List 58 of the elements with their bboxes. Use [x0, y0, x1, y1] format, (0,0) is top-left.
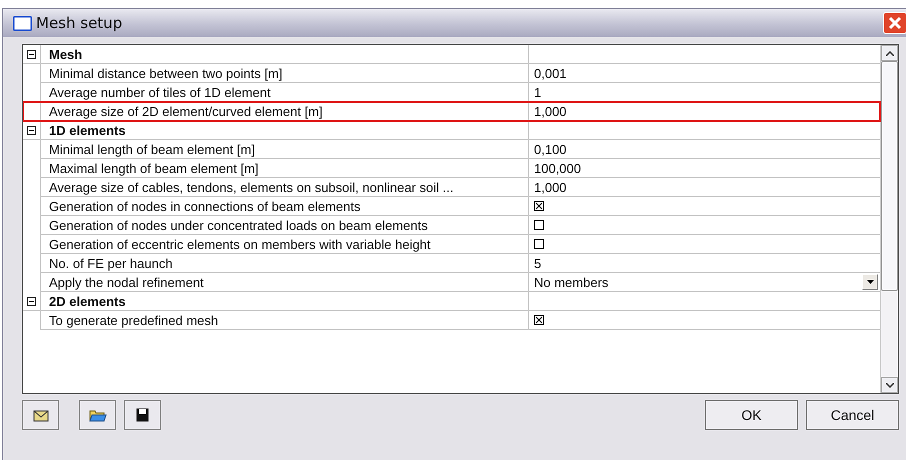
dropdown-arrow-button[interactable]	[862, 274, 878, 290]
checkbox[interactable]	[534, 220, 544, 230]
property-value[interactable]: 0,001	[534, 66, 567, 80]
collapse-icon[interactable]	[27, 296, 36, 306]
checkbox[interactable]	[534, 239, 544, 249]
property-row[interactable]: Generation of eccentric elements on members with variable height	[23, 235, 880, 254]
checkbox[interactable]	[534, 315, 544, 325]
property-value[interactable]: 100,000	[534, 162, 581, 174]
save-button[interactable]	[124, 400, 161, 430]
close-button[interactable]	[883, 12, 906, 34]
property-label: Average size of 2D element/curved element [m]	[49, 104, 323, 118]
property-label: Average number of tiles of 1D element	[49, 86, 271, 98]
property-row[interactable]: No. of FE per haunch 5	[23, 254, 880, 273]
email-button[interactable]	[22, 400, 59, 430]
scroll-down-icon[interactable]	[886, 382, 894, 388]
property-row[interactable]: Average size of cables, tendons, elements on subsoil, nonlinear soil ... 1,000	[23, 178, 880, 197]
property-label: Generation of eccentric elements on members with variable height	[49, 238, 431, 250]
group-heading: 2D elements	[49, 294, 126, 308]
property-label: Minimal distance between two points [m]	[49, 66, 282, 80]
dialog-button[interactable]: Cancel	[806, 400, 899, 430]
property-label: Minimal length of beam element [m]	[49, 142, 255, 156]
property-label: Generation of nodes in connections of beam elements	[49, 200, 360, 212]
dropdown-value[interactable]: No members	[534, 276, 862, 288]
envelope-icon	[32, 408, 48, 422]
open-button[interactable]	[79, 400, 116, 430]
scrollbar[interactable]	[880, 45, 898, 393]
property-value[interactable]: 1,000	[534, 180, 567, 194]
property-label: No. of FE per haunch	[49, 256, 173, 270]
property-value[interactable]: 1,000	[534, 104, 567, 118]
group-heading: 1D elements	[49, 124, 126, 136]
property-label: Apply the nodal refinement	[49, 276, 204, 288]
window-title: Mesh setup	[36, 12, 122, 34]
property-value[interactable]: 0,100	[534, 142, 567, 156]
scroll-thumb[interactable]	[881, 61, 898, 291]
property-row[interactable]: Maximal length of beam element [m] 100,000	[23, 159, 880, 178]
scroll-up-icon[interactable]	[886, 50, 894, 56]
checkbox[interactable]	[534, 201, 544, 211]
collapse-icon[interactable]	[27, 50, 36, 58]
property-label: Generation of nodes under concentrated loads on beam elements	[49, 218, 428, 232]
property-row[interactable]: Apply the nodal refinement No members	[23, 273, 880, 292]
property-row[interactable]: Generation of nodes in connections of beam elements	[23, 197, 880, 216]
highlighted-row[interactable]: Average size of 2D element/curved element [m] 1,000	[23, 102, 880, 121]
close-icon	[888, 16, 902, 30]
property-row[interactable]: Generation of nodes under concentrated loads on beam elements	[23, 216, 880, 235]
window-icon	[13, 16, 32, 30]
collapse-icon[interactable]	[27, 126, 36, 134]
property-row[interactable]: Minimal length of beam element [m] 0,100	[23, 140, 880, 159]
property-label: Average size of cables, tendons, elements on subsoil, nonlinear soil ...	[49, 180, 454, 194]
property-label: To generate predefined mesh	[49, 314, 218, 326]
caret-icon	[866, 280, 874, 284]
property-value[interactable]: 5	[534, 256, 542, 270]
group-heading: Mesh	[49, 48, 82, 60]
dialog-button[interactable]: OK	[705, 400, 798, 430]
folder-icon	[88, 408, 106, 422]
property-label: Maximal length of beam element [m]	[49, 162, 259, 174]
property-row[interactable]: To generate predefined mesh	[23, 311, 880, 330]
property-row[interactable]: Minimal distance between two points [m] 0,001	[23, 64, 880, 83]
property-value[interactable]: 1	[534, 86, 542, 98]
